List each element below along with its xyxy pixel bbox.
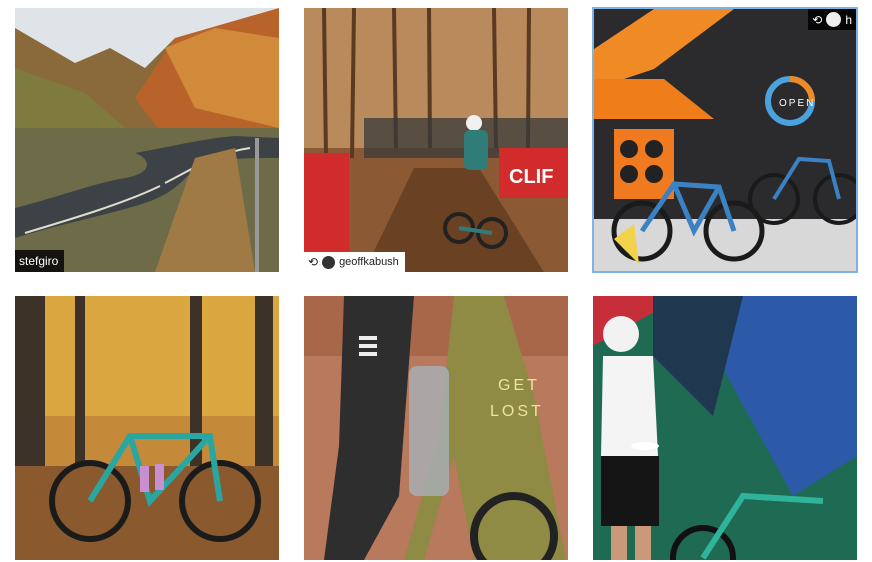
frame-text-get: GET [498,377,540,394]
svg-text:CLIF: CLIF [509,166,553,188]
svg-text:OPEN: OPEN [779,98,815,109]
regram-username: h [845,12,852,27]
trade-show-booth-photo: OPEN [594,9,856,271]
photo-tile-rider-coffee[interactable] [593,296,857,560]
bike-in-woods-photo [15,296,279,560]
photo-tile-cyclocross-race[interactable]: CLIF ⟲ geoffkabush [304,8,568,272]
frame-text-lost: LOST [490,403,544,420]
mountain-road-photo [15,8,279,272]
rider-coffee-photo [593,296,857,560]
repost-icon: ⟲ [308,255,319,269]
cyclocross-race-photo: CLIF [304,8,568,272]
get-lost-frame-photo: GET LOST [304,296,568,560]
photo-tile-get-lost-frame[interactable]: GET LOST [304,296,568,560]
photo-tile-trade-show-booth[interactable]: OPEN ⟲ h [592,7,858,273]
avatar [826,12,842,27]
regram-credit-tag[interactable]: ⟲ geoffkabush [304,252,405,272]
regram-username: geoffkabush [339,256,399,268]
username-tag[interactable]: stefgiro [15,250,65,272]
photo-tile-bike-in-woods[interactable] [15,296,279,560]
avatar [322,255,336,269]
regram-credit-tag[interactable]: ⟲ h [808,9,856,30]
photo-tile-mountain-road[interactable]: stefgiro [15,8,279,272]
repost-icon: ⟲ [812,12,823,27]
